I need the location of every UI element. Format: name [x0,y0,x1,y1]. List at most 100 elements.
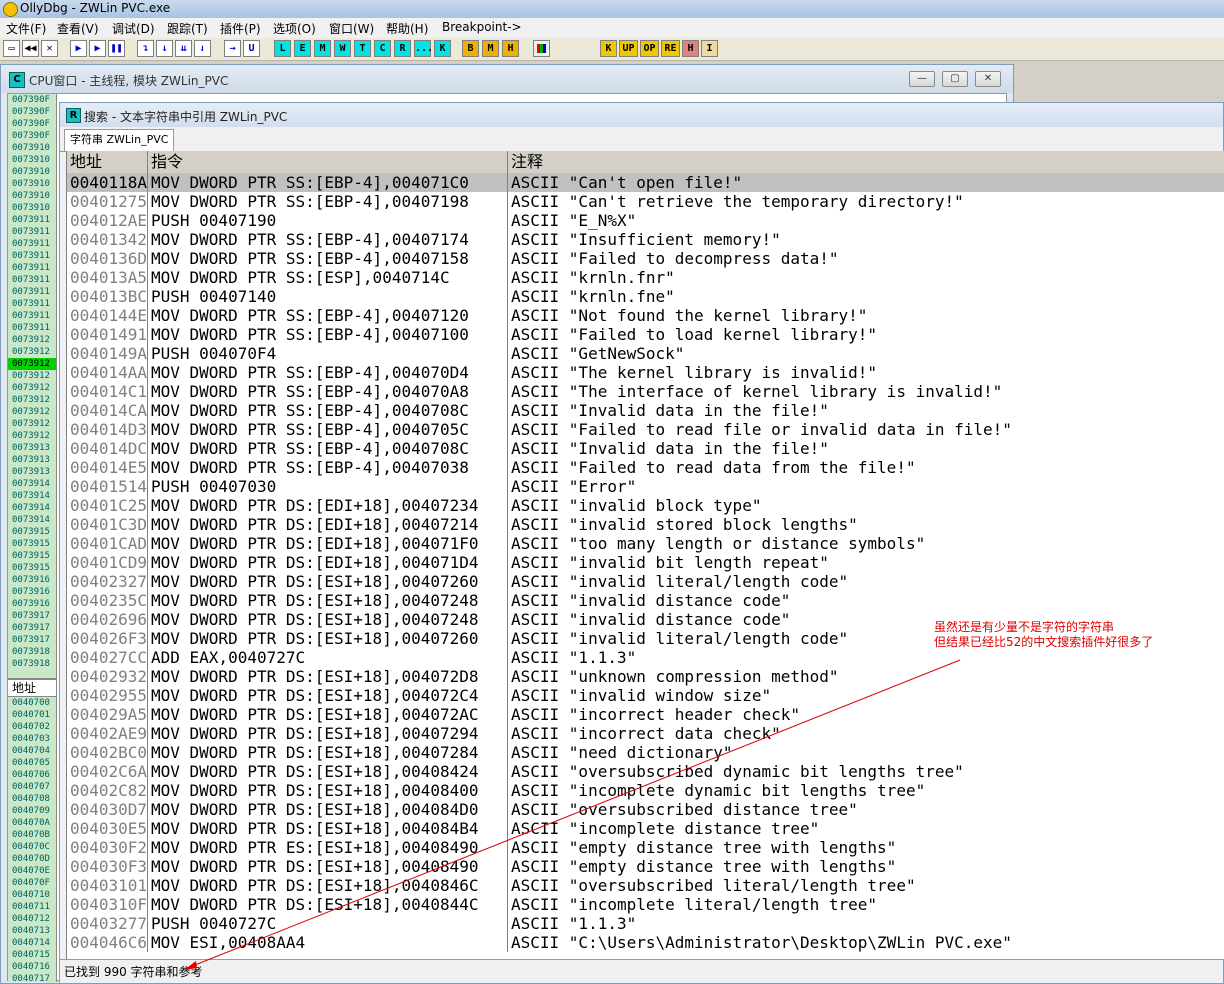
table-row[interactable]: 00402932 MOV DWORD PTR DS:[ESI+18],004072… [67,667,1224,686]
table-row[interactable]: 004046C6 MOV ESI,00408AA4 ASCII "C:\Users\… [67,933,1224,952]
cpu-dump-address-row[interactable]: 0040708 [8,793,56,805]
minimize-button[interactable]: — [909,71,935,87]
menu-plugins[interactable]: 插件(P) [220,20,261,37]
toolbar-btn-i[interactable]: I [701,40,718,57]
cpu-dump-address-row[interactable]: 0040713 [8,925,56,937]
cpu-dump-address-row[interactable]: 004070A [8,817,56,829]
toolbar-btn-m2[interactable]: M [482,40,499,57]
options-grid-icon[interactable] [533,40,550,57]
cpu-address-row[interactable]: 0073911 [8,262,56,274]
cpu-address-row[interactable]: 007390F [8,94,56,106]
table-row[interactable]: 00402C82 MOV DWORD PTR DS:[ESI+18],004084… [67,781,1224,800]
table-row[interactable]: 00401C25 MOV DWORD PTR DS:[EDI+18],004072… [67,496,1224,515]
cpu-address-row[interactable]: 0073917 [8,622,56,634]
cpu-address-row[interactable]: 0073911 [8,322,56,334]
table-row[interactable]: 004012AE PUSH 00407190 ASCII "E_N%X" [67,211,1224,230]
cpu-dump-address-row[interactable]: 0040711 [8,901,56,913]
cpu-address-row[interactable]: 0073913 [8,442,56,454]
cpu-dump-address-row[interactable]: 004070D [8,853,56,865]
table-row[interactable]: 004014C1 MOV DWORD PTR SS:[EBP-4],004070A… [67,382,1224,401]
table-row[interactable]: 00403277 PUSH 0040727C ASCII "1.1.3" [67,914,1224,933]
table-row[interactable]: 004027CC ADD EAX,0040727C ASCII "1.1.3" [67,648,1224,667]
table-row[interactable]: 004014E5 MOV DWORD PTR SS:[EBP-4],0040703… [67,458,1224,477]
table-row[interactable]: 0040118A MOV DWORD PTR SS:[EBP-4],004071C… [67,173,1224,192]
pause-icon[interactable]: ❚❚ [108,40,125,57]
close-icon[interactable]: ✕ [41,40,58,57]
cpu-address-row[interactable]: 0073916 [8,598,56,610]
cpu-address-row[interactable]: 0073915 [8,550,56,562]
cpu-address-row[interactable]: 007390F [8,130,56,142]
table-row[interactable]: 004014AA MOV DWORD PTR SS:[EBP-4],004070D… [67,363,1224,382]
cpu-address-row[interactable]: 0073912 [8,370,56,382]
toolbar-btn-k2[interactable]: K [600,40,617,57]
cpu-address-row[interactable]: 0073912 [8,406,56,418]
cpu-dump-address-row[interactable]: 0040704 [8,745,56,757]
toolbar-btn-m[interactable]: M [314,40,331,57]
cpu-dump-address-row[interactable]: 004070C [8,841,56,853]
table-row[interactable]: 00401342 MOV DWORD PTR SS:[EBP-4],0040717… [67,230,1224,249]
cpu-address-row[interactable]: 0073911 [8,226,56,238]
table-row[interactable]: 00401C3D MOV DWORD PTR DS:[EDI+18],004072… [67,515,1224,534]
toolbar-btn-r[interactable]: R [394,40,411,57]
table-row[interactable]: 00401514 PUSH 00407030 ASCII "Error" [67,477,1224,496]
cpu-address-row[interactable]: 0073910 [8,190,56,202]
toolbar-btn-t[interactable]: T [354,40,371,57]
cpu-dump-address-row[interactable]: 0040705 [8,757,56,769]
cpu-address-row[interactable]: 0073915 [8,562,56,574]
menu-help[interactable]: 帮助(H) [386,20,428,37]
cpu-address-row[interactable]: 0073911 [8,298,56,310]
column-header-address[interactable]: 地址 [67,151,148,173]
table-row[interactable]: 004029A5 MOV DWORD PTR DS:[ESI+18],004072… [67,705,1224,724]
column-header-comment[interactable]: 注释 [508,151,1224,173]
table-row[interactable]: 00401CD9 MOV DWORD PTR DS:[EDI+18],004071… [67,553,1224,572]
toolbar-btn-re[interactable]: RE [661,40,680,57]
cpu-dump-address-row[interactable]: 0040709 [8,805,56,817]
cpu-address-row[interactable]: 0073910 [8,154,56,166]
cpu-dump-address-row[interactable]: 0040716 [8,961,56,973]
cpu-address-row[interactable]: 0073916 [8,574,56,586]
table-row[interactable]: 00401275 MOV DWORD PTR SS:[EBP-4],0040719… [67,192,1224,211]
cpu-dump-address-row[interactable]: 0040712 [8,913,56,925]
cpu-address-row[interactable]: 0073910 [8,178,56,190]
toolbar-btn-l[interactable]: L [274,40,291,57]
menu-debug[interactable]: 调试(D) [112,20,155,37]
table-row[interactable]: 0040149A PUSH 004070F4 ASCII "GetNewSock" [67,344,1224,363]
menu-options[interactable]: 选项(O) [273,20,316,37]
table-row[interactable]: 0040310F MOV DWORD PTR DS:[ESI+18],004084… [67,895,1224,914]
cpu-dump-address-row[interactable]: 0040701 [8,709,56,721]
column-header-instruction[interactable]: 指令 [148,151,508,173]
table-row[interactable]: 00401CAD MOV DWORD PTR DS:[EDI+18],004071… [67,534,1224,553]
toolbar-btn-dots[interactable]: ... [414,40,433,57]
cpu-address-row[interactable]: 0073912 [8,346,56,358]
table-row[interactable]: 004014CA MOV DWORD PTR SS:[EBP-4],0040708… [67,401,1224,420]
table-row[interactable]: 00403101 MOV DWORD PTR DS:[ESI+18],004084… [67,876,1224,895]
table-row[interactable]: 004030D7 MOV DWORD PTR DS:[ESI+18],004084… [67,800,1224,819]
cpu-address-row[interactable]: 0073911 [8,274,56,286]
cpu-address-row[interactable]: 0073911 [8,238,56,250]
cpu-address-row[interactable]: 0073910 [8,202,56,214]
cpu-dump-address-row[interactable]: 0040714 [8,937,56,949]
toolbar-btn-b[interactable]: B [462,40,479,57]
toolbar-btn-k[interactable]: K [434,40,451,57]
cpu-address-row[interactable]: 007390F [8,118,56,130]
toolbar-btn-e[interactable]: E [294,40,311,57]
cpu-dump-address-row[interactable]: 004070B [8,829,56,841]
cpu-address-row[interactable]: 0073912 [8,382,56,394]
cpu-dump-address-row[interactable]: 0040717 [8,973,56,982]
cpu-dump-address-row[interactable]: 004070E [8,865,56,877]
run-thread-icon[interactable]: ▶ [89,40,106,57]
table-row[interactable]: 004030E5 MOV DWORD PTR DS:[ESI+18],004084… [67,819,1224,838]
cpu-address-row[interactable]: 0073912 [8,418,56,430]
table-row[interactable]: 004013A5 MOV DWORD PTR SS:[ESP],0040714C A… [67,268,1224,287]
cpu-dump-address-row[interactable]: 0040703 [8,733,56,745]
toolbar-btn-h2[interactable]: H [682,40,699,57]
trace-over-icon[interactable]: ⇃ [194,40,211,57]
cpu-address-row[interactable]: 0073917 [8,634,56,646]
table-row[interactable]: 004014D3 MOV DWORD PTR SS:[EBP-4],0040705… [67,420,1224,439]
menu-breakpoint[interactable]: Breakpoint-> [442,20,522,34]
cpu-address-row[interactable]: 0073917 [8,610,56,622]
cpu-address-row[interactable]: 0073912 [8,394,56,406]
open-file-icon[interactable]: ▭ [3,40,20,57]
cpu-address-row[interactable]: 0073911 [8,250,56,262]
close-button[interactable]: ✕ [975,71,1001,87]
